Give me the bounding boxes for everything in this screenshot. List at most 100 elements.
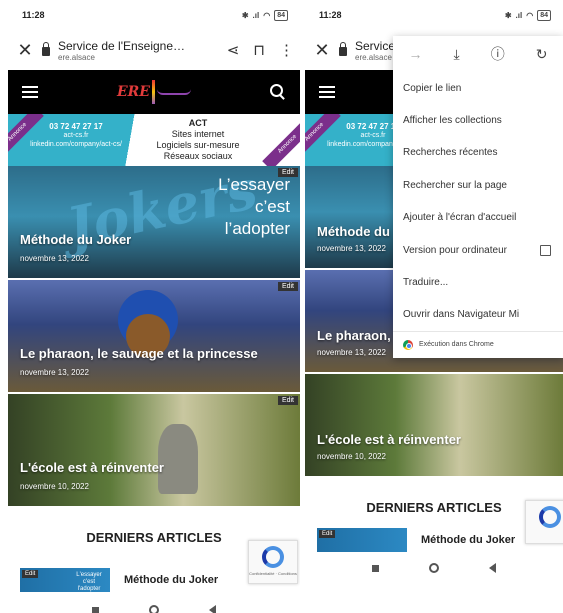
android-nav-bar [8,598,300,613]
article-title[interactable]: L'école est à réinventer [20,460,164,475]
article-date: novembre 13, 2022 [20,254,89,263]
bluetooth-icon: ✱ [504,10,512,20]
article-title[interactable]: Le pharaon, le sauvage et la princesse [20,346,258,361]
browser-overflow-menu: → ⤓ ⓘ ↻ Copier le lien Afficher les coll… [393,36,563,358]
article-date: novembre 13, 2022 [317,348,386,357]
ad-phone: 03 72 47 27 17 [49,122,103,131]
lock-icon[interactable] [42,42,50,56]
article-card[interactable]: Edit L'école est à réinventer novembre 1… [8,394,300,508]
edit-tag[interactable]: Edit [277,396,298,405]
ad-linkedin: linkedin.com/company/act-cs/ [30,141,122,148]
share-icon[interactable]: ⋖ [227,41,240,59]
menu-item-label: Traduire... [403,277,449,289]
recaptcha-links[interactable]: Confidentialité · Conditions [249,571,297,576]
signal-icon: .ıl [252,10,260,20]
advertisement-banner[interactable]: Annonce 03 72 47 27 17 act-cs.fr linkedi… [8,114,300,166]
download-icon[interactable]: ⤓ [454,46,460,63]
menu-item-open-in-mi-browser[interactable]: Ouvrir dans Navigateur Mi [393,299,563,331]
menu-action-row: → ⤓ ⓘ ↻ [393,36,563,72]
lock-icon[interactable] [339,42,347,56]
recaptcha-badge[interactable] [525,500,563,544]
recent-article-thumbnail[interactable]: Edit [317,528,407,552]
close-tab-icon[interactable]: ✕ [16,40,34,61]
ad-services: ACT Sites internet Logiciels sur-mesure … [138,118,258,162]
article-date: novembre 10, 2022 [317,452,386,461]
recent-article-item[interactable]: Edit Méthode du Joker [317,528,515,552]
status-time: 11:28 [319,10,342,20]
edit-tag[interactable]: Edit [277,168,298,177]
article-card[interactable]: Jokers L’essayer c’est l’adopter Edit Mé… [8,166,300,280]
recent-article-thumbnail[interactable]: Edit L'essayer c'est l'adopter [20,568,110,592]
close-tab-icon[interactable]: ✕ [313,40,331,61]
hamburger-menu-icon[interactable] [22,86,38,98]
forward-icon[interactable]: → [409,46,423,62]
menu-item-label: Recherches récentes [403,147,498,159]
recaptcha-icon [262,546,284,568]
reload-icon[interactable]: ↻ [536,46,548,63]
back-icon[interactable] [209,605,216,613]
running-in-chrome-text: Exécution dans Chrome [419,341,494,349]
article-title[interactable]: Le pharaon, l [317,328,398,343]
menu-item-label: Rechercher sur la page [403,179,507,191]
desktop-site-checkbox[interactable] [540,244,551,256]
status-icons: ✱ .ıl ◠ 84 [504,9,551,21]
info-icon[interactable]: ⓘ [491,44,505,64]
more-options-icon[interactable]: ⋮ [279,41,294,59]
ad-site: act-cs.fr [63,132,89,139]
article-title[interactable]: Méthode du [317,224,390,239]
menu-item-copy-link[interactable]: Copier le lien [393,72,563,104]
ad-line-3: Réseaux sociaux [163,151,233,161]
menu-item-add-to-home[interactable]: Ajouter à l'écran d'accueil [393,202,563,234]
bluetooth-icon: ✱ [241,10,249,20]
article-date: novembre 13, 2022 [20,368,89,377]
menu-item-find-in-page[interactable]: Rechercher sur la page [393,169,563,201]
search-icon[interactable] [269,84,286,100]
status-bar: 11:28 ✱ .ıl ◠ 84 [305,0,563,30]
recaptcha-badge[interactable]: Confidentialité · Conditions [248,540,298,584]
menu-item-label: Ajouter à l'écran d'accueil [403,212,517,224]
recent-apps-icon[interactable] [92,606,99,613]
menu-item-translate[interactable]: Traduire... [393,266,563,298]
page-title: Service de l'Enseigne… [58,38,186,53]
menu-item-label: Afficher les collections [403,115,502,127]
url-display[interactable]: Service de l'Enseigne… ere.alsace [58,39,219,62]
wifi-icon: ◠ [263,10,271,20]
battery-icon: 84 [274,9,288,21]
edit-tag[interactable]: Edit [22,570,39,578]
home-icon[interactable] [429,563,439,573]
logo-swoosh [156,89,191,95]
menu-footer: Exécution dans Chrome [393,331,563,357]
back-icon[interactable] [489,563,496,573]
browser-url-bar: ✕ Service de l'Enseigne… ere.alsace ⋖ ⊓ … [8,30,300,70]
recent-apps-icon[interactable] [372,564,379,572]
edit-tag[interactable]: Edit [319,530,336,538]
ad-ribbon-right: Annonce [262,118,300,166]
ad-brand: ACT [188,118,208,128]
menu-item-collections[interactable]: Afficher les collections [393,104,563,136]
recent-article-item[interactable]: Edit L'essayer c'est l'adopter Méthode d… [20,568,218,592]
article-title[interactable]: Méthode du Joker [20,232,131,247]
edit-tag[interactable]: Edit [277,282,298,291]
logo-text: ERE [117,84,150,100]
right-phone-screen: 11:28 ✱ .ıl ◠ 84 ✕ Service ere.alsace An… [305,0,563,586]
article-image-child [158,424,198,494]
ad-line-2: Logiciels sur-mesure [156,140,240,150]
recent-article-title[interactable]: Méthode du Joker [421,534,515,546]
article-date: novembre 10, 2022 [20,482,89,491]
article-title[interactable]: L'école est à réinventer [317,432,461,447]
status-time: 11:28 [22,10,45,20]
hamburger-menu-icon[interactable] [319,86,335,98]
chrome-icon [403,339,413,350]
recent-article-title[interactable]: Méthode du Joker [124,574,218,586]
site-logo[interactable]: ERE [117,80,191,104]
article-card[interactable]: L'école est à réinventer novembre 10, 20… [305,374,563,478]
bookmark-icon[interactable]: ⊓ [253,41,265,59]
signal-icon: .ıl [515,10,523,20]
menu-item-label: Version pour ordinateur [403,244,507,256]
ad-contact: 03 72 47 27 17 act-cs.fr linkedin.com/co… [26,122,126,149]
home-icon[interactable] [149,605,159,613]
article-card[interactable]: Edit Le pharaon, le sauvage et la prince… [8,280,300,394]
menu-item-recent-searches[interactable]: Recherches récentes [393,137,563,169]
menu-item-desktop-site[interactable]: Version pour ordinateur [393,234,563,266]
wifi-icon: ◠ [526,10,534,20]
